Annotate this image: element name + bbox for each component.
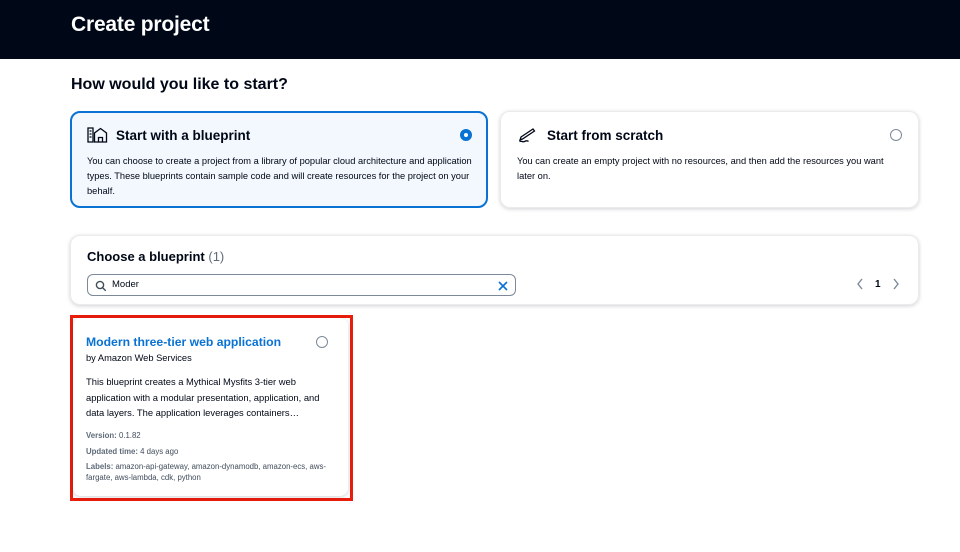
blueprint-card[interactable]: Modern three-tier web application by Ama… [73,318,348,496]
filter-count: (1) [208,249,225,264]
blueprint-description: This blueprint creates a Mythical Mysfit… [86,376,320,418]
filter-heading: Choose a blueprint (1) [87,249,224,264]
blueprint-icon [86,126,108,144]
option-card-blueprint[interactable]: Start with a blueprint You can choose to… [70,111,488,208]
page-header: Create project [0,0,960,59]
blueprint-author: by Amazon Web Services [86,353,192,363]
search-icon [95,279,107,292]
option-title-row: Start from scratch [517,126,663,144]
blueprint-version: Version: 0.1.82 [86,430,336,441]
search-box[interactable] [87,274,516,296]
pen-icon [517,126,539,144]
page-number[interactable]: 1 [875,279,881,290]
version-label: Version: [86,431,117,440]
blueprint-labels: Labels: amazon-api-gateway, amazon-dynam… [86,461,336,483]
labels-label: Labels: [86,462,114,471]
blueprint-radio[interactable] [460,129,472,141]
updated-label: Updated time: [86,447,138,456]
chevron-left-icon[interactable] [853,276,867,292]
chevron-right-icon[interactable] [889,276,903,292]
blueprint-title[interactable]: Modern three-tier web application [86,335,281,349]
page-title: Create project [71,13,210,36]
blueprint-filter-panel: Choose a blueprint (1) 1 [70,235,919,305]
version-value: 0.1.82 [118,431,141,440]
blueprint-card-radio[interactable] [316,336,328,348]
option-title-row: Start with a blueprint [86,126,250,144]
option-card-scratch[interactable]: Start from scratch You can create an emp… [500,111,919,208]
filter-heading-text: Choose a blueprint [87,249,205,264]
option-title: Start with a blueprint [116,127,251,143]
start-heading: How would you like to start? [71,76,288,93]
option-title: Start from scratch [547,127,664,143]
option-description: You can create an empty project with no … [517,156,884,181]
pagination: 1 [853,276,903,292]
option-description: You can choose to create a project from … [87,156,472,196]
blueprint-updated: Updated time: 4 days ago [86,446,336,457]
clear-icon[interactable] [497,279,509,291]
scratch-radio[interactable] [890,129,902,141]
labels-value: amazon-api-gateway, amazon-dynamodb, ama… [86,462,326,482]
search-input[interactable] [112,275,482,295]
updated-value: 4 days ago [140,447,179,456]
